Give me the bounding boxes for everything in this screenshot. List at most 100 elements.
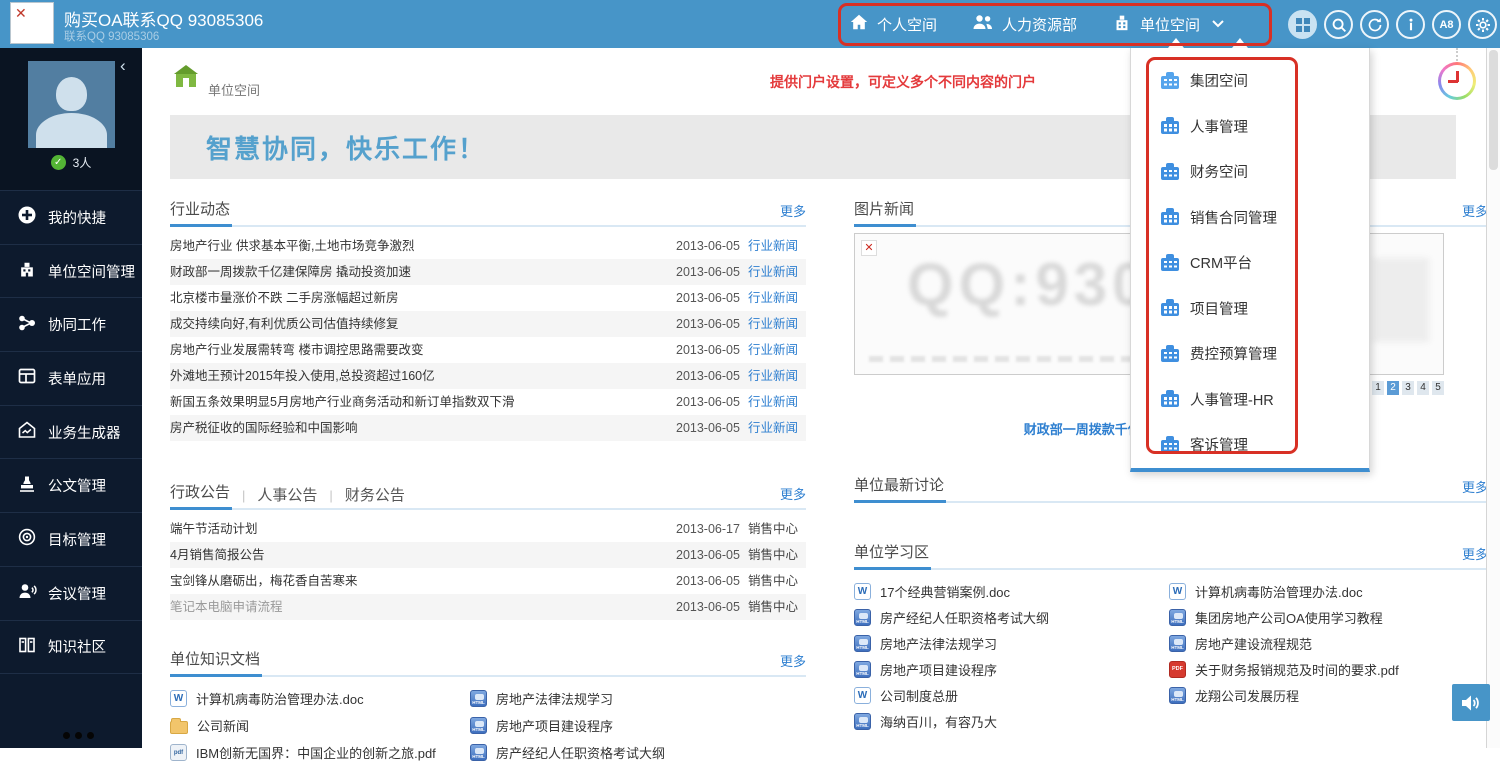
learning-item[interactable]: 海纳百川，有容乃大 (854, 708, 1169, 734)
sidebar-item-unit-space-mgmt[interactable]: 单位空间管理 (0, 244, 142, 298)
dropdown-item-finance-space[interactable]: 财务空间 (1131, 149, 1369, 195)
page-2-active[interactable]: 2 (1387, 381, 1399, 395)
learning-item[interactable]: 17个经典营销案例.doc (854, 578, 1169, 604)
html-file-icon (854, 713, 871, 730)
learning-item[interactable]: 房地产项目建设程序 (854, 656, 1169, 682)
nav-unit-space[interactable]: 单位空间 (1111, 12, 1225, 36)
more-link[interactable]: 更多 (780, 201, 806, 225)
more-link[interactable]: 更多 (1462, 201, 1488, 225)
page-5[interactable]: 5 (1432, 381, 1444, 395)
meeting-person-icon (17, 581, 37, 605)
unit-space-icon (1161, 303, 1179, 316)
more-link[interactable]: 更多 (780, 484, 806, 508)
announcement-row: 宝剑锋从磨砺出，梅花香自苦寒来2013-06-05销售中心 (170, 568, 806, 594)
collapse-sidebar-icon[interactable]: ‹ (120, 56, 126, 76)
form-icon (17, 366, 37, 390)
doc-item[interactable]: IBM创新无国界：中国企业的创新之旅.pdf (170, 739, 470, 766)
dropdown-item-complaints[interactable]: 客诉管理 (1131, 422, 1369, 468)
news-row: 房地产行业发展需转弯 楼市调控思路需要改变2013-06-05行业新闻 (170, 337, 806, 363)
unit-space-icon (1161, 121, 1179, 134)
nav-personal-space[interactable]: 个人空间 (848, 12, 937, 36)
industry-news-list: 房地产行业 供求基本平衡,土地市场竞争激烈2013-06-05行业新闻 财政部一… (170, 233, 806, 441)
avatar[interactable] (28, 61, 115, 148)
nav-label: 单位空间 (1140, 14, 1200, 35)
refresh-icon[interactable] (1360, 10, 1389, 39)
topbar-icons: A8 (1288, 10, 1497, 39)
dropdown-item-group-space[interactable]: 集团空间 (1131, 58, 1369, 104)
word-file-icon (854, 687, 871, 704)
sidebar-item-knowledge-community[interactable]: 知识社区 (0, 620, 142, 674)
page-4[interactable]: 4 (1417, 381, 1429, 395)
group-space-icon (1161, 76, 1179, 89)
clock-widget-icon[interactable] (1438, 62, 1476, 100)
nav-hr-department[interactable]: 人力资源部 (971, 12, 1077, 36)
learning-item[interactable]: 龙翔公司发展历程 (1169, 682, 1488, 708)
more-link[interactable]: 更多 (780, 651, 806, 675)
window-tab[interactable]: ✕ (10, 2, 54, 44)
member-count[interactable]: 3人 (73, 154, 92, 171)
word-file-icon (854, 583, 871, 600)
learning-item[interactable]: 房产经纪人任职资格考试大纲 (854, 604, 1169, 630)
learning-item[interactable]: 计算机病毒防治管理办法.doc (1169, 578, 1488, 604)
dropdown-item-project-mgmt[interactable]: 项目管理 (1131, 286, 1369, 332)
a8-badge-icon[interactable]: A8 (1432, 10, 1461, 39)
dropdown-item-budget-mgmt[interactable]: 费控预算管理 (1131, 331, 1369, 377)
close-icon[interactable]: ✕ (15, 5, 27, 22)
sidebar-item-business-builder[interactable]: 业务生成器 (0, 405, 142, 459)
doc-item[interactable]: 房地产法律法规学习 (470, 685, 806, 712)
more-link[interactable]: 更多 (1462, 477, 1488, 501)
sidebar-item-my-shortcuts[interactable]: 我的快捷 (0, 190, 142, 244)
unit-space-icon (1161, 212, 1179, 225)
sidebar-item-official-docs[interactable]: 公文管理 (0, 458, 142, 512)
folder-icon (170, 721, 188, 734)
dropdown-item-hr[interactable]: 人事管理-HR (1131, 377, 1369, 423)
tab-finance-announcements[interactable]: 财务公告 (343, 484, 407, 510)
sidebar-overflow-dots[interactable] (63, 732, 70, 739)
page-3[interactable]: 3 (1402, 381, 1414, 395)
learning-item[interactable]: 房地产建设流程规范 (1169, 630, 1488, 656)
announcement-row: 端午节活动计划2013-06-17销售中心 (170, 516, 806, 542)
html-file-icon (1169, 687, 1186, 704)
dropdown-item-hr-mgmt[interactable]: 人事管理 (1131, 104, 1369, 150)
news-row: 北京楼市量涨价不跌 二手房涨幅超过新房2013-06-05行业新闻 (170, 285, 806, 311)
page-1[interactable]: 1 (1372, 381, 1384, 395)
more-link[interactable]: 更多 (1462, 544, 1488, 568)
section-title: 图片新闻 (854, 198, 916, 227)
speaker-button[interactable] (1452, 684, 1490, 721)
unit-space-icon (1161, 349, 1179, 362)
tab-admin-announcements[interactable]: 行政公告 (170, 481, 232, 510)
sidebar-item-goal-mgmt[interactable]: 目标管理 (0, 512, 142, 566)
doc-item[interactable]: 房产经纪人任职资格考试大纲 (470, 739, 806, 766)
sidebar-item-forms[interactable]: 表单应用 (0, 351, 142, 405)
section-title: 单位知识文档 (170, 648, 262, 677)
section-title: 单位最新讨论 (854, 474, 946, 503)
dropdown-item-sales-contract[interactable]: 销售合同管理 (1131, 195, 1369, 241)
tab-hr-announcements[interactable]: 人事公告 (255, 484, 319, 510)
html-file-icon (470, 690, 487, 707)
word-file-icon (1169, 583, 1186, 600)
news-row: 成交持续向好,有利优质公司估值持续修复2013-06-05行业新闻 (170, 311, 806, 337)
doc-item[interactable]: 计算机病毒防治管理办法.doc (170, 685, 470, 712)
learning-item[interactable]: 房地产法律法规学习 (854, 630, 1169, 656)
settings-gear-icon[interactable] (1468, 10, 1497, 39)
announcements-header: 行政公告 | 人事公告 | 财务公告 更多 (170, 481, 806, 510)
learning-item[interactable]: 关于财务报销规范及时间的要求.pdf (1169, 656, 1488, 682)
apps-grid-icon[interactable] (1288, 10, 1317, 39)
unit-space-icon (1161, 167, 1179, 180)
home-icon (848, 12, 870, 36)
dropdown-item-crm[interactable]: CRM平台 (1131, 240, 1369, 286)
learning-item[interactable]: 公司制度总册 (854, 682, 1169, 708)
annotation-text: 提供门户设置，可定义多个不同内容的门户 (770, 72, 1036, 92)
sidebar: ‹ ✓ 3人 我的快捷 单位空间管理 协同工作 表单应用 业务生成器 公文管理 (0, 48, 142, 748)
doc-item[interactable]: 公司新闻 (170, 712, 470, 739)
doc-item[interactable]: 房地产项目建设程序 (470, 712, 806, 739)
learning-item[interactable]: 集团房地产公司OA使用学习教程 (1169, 604, 1488, 630)
topbar: ✕ 购买OA联系QQ 93085306 联系QQ 93085306 个人空间 人… (0, 0, 1500, 48)
sidebar-item-collaboration[interactable]: 协同工作 (0, 297, 142, 351)
chevron-down-icon[interactable] (1211, 16, 1225, 33)
vertical-scrollbar[interactable] (1486, 48, 1500, 748)
target-icon (17, 527, 37, 551)
search-icon[interactable] (1324, 10, 1353, 39)
sidebar-item-meeting-mgmt[interactable]: 会议管理 (0, 566, 142, 620)
info-icon[interactable] (1396, 10, 1425, 39)
